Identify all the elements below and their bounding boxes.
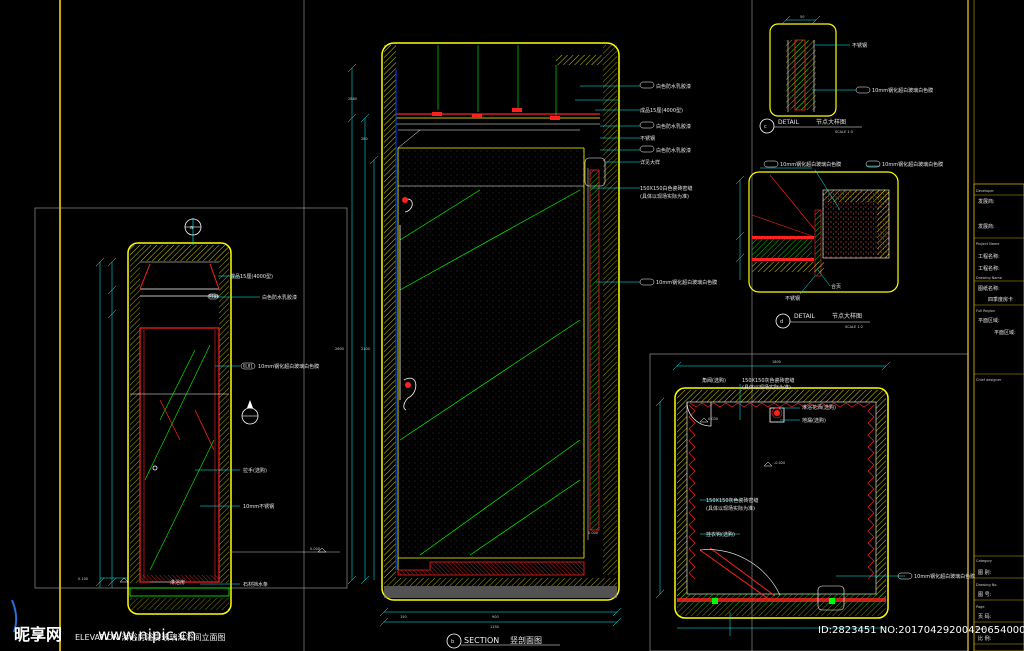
elevation-level: 0.000 xyxy=(310,547,320,551)
detail-d-note: 合页 xyxy=(831,283,841,290)
elevation-note: 石材挡水条 xyxy=(243,581,268,588)
plan-level: -0.020 xyxy=(774,461,785,465)
elevation-note: 10mm钢化超白玻璃白色膜 xyxy=(258,363,319,370)
section-dim: 900 xyxy=(492,615,499,619)
section-drawing xyxy=(347,42,655,649)
section-dim: 2880 xyxy=(348,97,357,101)
section-note: 白色防水乳胶漆 xyxy=(656,123,691,130)
title-block-row: 图 别: xyxy=(978,569,992,576)
detail-d-note: 10mm钢化超白玻璃白色膜 xyxy=(882,161,943,168)
title-block-row: 工程名称: xyxy=(978,253,1000,260)
plan-note: 150X150灰色瓷砖密缝 xyxy=(742,377,795,384)
title-block-row: Page xyxy=(976,605,984,609)
title-block-row: 发展商: xyxy=(978,223,995,230)
title-block-row: 图 号: xyxy=(978,592,992,598)
title-block-row: Project Name xyxy=(976,242,999,246)
section-note: 白色防水乳胶漆 xyxy=(656,83,691,90)
detail-d-title-cn: 节点大样图 xyxy=(832,312,862,320)
plan-note: (具体以现场实际为准) xyxy=(706,505,755,512)
section-note: 10mm钢化超白玻璃白色膜 xyxy=(656,279,717,286)
elevation-level: 0.100 xyxy=(78,577,88,581)
section-note: 不锈钢 xyxy=(640,135,655,142)
detail-c-title-cn: 节点大样图 xyxy=(816,118,846,126)
title-block-row: Category xyxy=(976,559,992,563)
svg-text:GL01: GL01 xyxy=(243,364,253,369)
elevation-note: 白色防水乳胶漆 xyxy=(262,294,297,301)
elevation-note: 淋浴房 xyxy=(170,579,185,586)
elevation-drawing: PT01 GL01 xyxy=(95,218,340,615)
elevation-tag-1: PT01 xyxy=(207,293,219,300)
plan-note: 淋浴花洒(选购) xyxy=(802,404,836,411)
section-title-cn: 竖剖面图 xyxy=(510,635,542,645)
title-block-row: Drawing Name xyxy=(976,276,1002,280)
watermark-logo-text: 昵享网 xyxy=(14,625,62,644)
section-note: 150X150白色瓷砖密缝 xyxy=(640,185,693,192)
plan-note: 150X150灰色瓷砖密缝 xyxy=(706,497,759,504)
cad-drawing-canvas: PT01 GL01 a 成品15厘(4000型) 白色防水乳胶漆 10mm钢化超… xyxy=(11,0,1024,651)
elevation-note: 10mm不锈钢 xyxy=(243,503,274,510)
plan-note: 10mm钢化超白玻璃白色膜 xyxy=(914,573,975,580)
title-block-row: Drawing No. xyxy=(976,583,997,587)
section-dim: 280 xyxy=(361,137,368,141)
title-block-row: 比 例: xyxy=(978,635,992,642)
title-block-row: 页 码: xyxy=(978,613,992,620)
detail-d-note: 10mm钢化超白玻璃白色膜 xyxy=(780,161,841,168)
detail-d-drawing xyxy=(735,160,899,329)
detail-d-marker: d xyxy=(780,319,783,325)
plan-note: 挂衣钩(选购) xyxy=(706,531,735,538)
plan-note: (具体以现场实际为准) xyxy=(742,384,791,391)
section-dim: 2100 xyxy=(361,347,370,351)
detail-d-scale: SCALE 1:2 xyxy=(845,325,863,329)
detail-c-scale: SCALE 1:5 xyxy=(835,130,853,134)
title-block-row: 平面区域: xyxy=(994,329,1016,336)
section-marker: b xyxy=(451,639,454,645)
section-dim: 2600 xyxy=(335,347,344,351)
title-block-row: 四季度房卡 xyxy=(988,296,1013,303)
plan-drawing xyxy=(655,361,913,636)
section-note: (具体以现场实际为准) xyxy=(640,193,689,200)
section-title-en: SECTION xyxy=(464,636,499,645)
section-note: 详见大样 xyxy=(640,159,660,166)
title-block-labels: Developer 发展商: 发展商: Project Name 工程名称: 工… xyxy=(976,189,1016,642)
detail-c-marker: c xyxy=(764,124,767,130)
plan-level: 0.030 xyxy=(708,417,718,421)
detail-c-title-en: DETAIL xyxy=(778,119,799,126)
title-block-row: Developer xyxy=(976,189,995,193)
section-dim: 1150 xyxy=(490,625,499,629)
elevation-tag-2: GL01 xyxy=(240,362,256,370)
section-level: 0.000 xyxy=(588,531,598,535)
title-block-row: 发展商: xyxy=(978,198,995,205)
plan-note: 地漏(选购) xyxy=(802,417,826,424)
plan-note: 角阀(选购) xyxy=(702,377,726,384)
title-block-row: Chief designer xyxy=(976,378,1002,382)
detail-c-note: 不锈钢 xyxy=(852,42,867,49)
watermark-url: www.nipic.cn xyxy=(98,626,196,644)
section-dim: 150 xyxy=(400,615,407,619)
detail-d-note: 不锈钢 xyxy=(785,295,800,302)
title-block-row: 平面区域: xyxy=(978,317,1000,324)
section-note: 成品15厘(4000型) xyxy=(640,107,683,114)
plan-dim: 1800 xyxy=(772,360,781,364)
title-block-row: Full Region xyxy=(976,309,995,313)
elevation-marker: a xyxy=(190,225,193,231)
detail-c-note: 10mm钢化超白玻璃白色膜 xyxy=(872,87,933,94)
detail-c-dim: 50 xyxy=(800,15,804,19)
elevation-note: 成品15厘(4000型) xyxy=(230,273,273,280)
detail-d-title-en: DETAIL xyxy=(794,313,815,320)
title-block-row: 工程名称: xyxy=(978,265,1000,272)
svg-text:PT01: PT01 xyxy=(209,294,219,299)
elevation-note: 拉手(选购) xyxy=(243,467,267,474)
detail-c-drawing xyxy=(759,15,871,134)
watermark-id: ID:2823451 NO:20170429200420654000 xyxy=(818,625,1024,636)
section-note: 白色防水乳胶漆 xyxy=(656,147,691,154)
title-block-row: 图纸名称: xyxy=(978,285,1000,292)
